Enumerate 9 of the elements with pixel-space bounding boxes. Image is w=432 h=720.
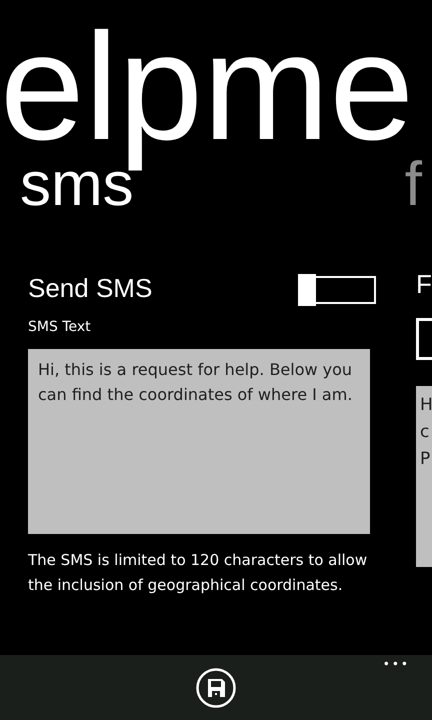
toggle-label: Send SMS [28,273,152,304]
toggle-switch[interactable] [298,274,376,304]
field-label: SMS Text [28,318,92,337]
more-button[interactable]: ••• [382,657,410,671]
toggle-label: F [416,268,432,299]
note-text: The SMS is limited to 120 characters to allow the inclusion of geographical coordinates. [28,550,368,596]
sms-text-field[interactable]: Hi, this is a request for help. Below you can find the coordinates of where I am. [28,348,370,534]
text-field[interactable]: H c P [416,386,432,567]
save-icon[interactable] [196,668,236,708]
